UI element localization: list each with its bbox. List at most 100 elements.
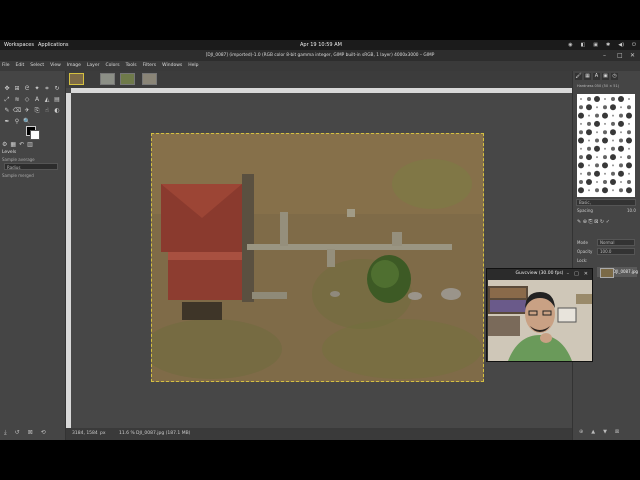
radius-field[interactable]: Radius [4, 163, 58, 170]
power-icon[interactable]: ⏻ [632, 40, 636, 50]
brush-preset[interactable] [611, 171, 615, 176]
fonts-tab-icon[interactable]: A [593, 73, 600, 80]
menu-layer[interactable]: Layer [87, 61, 100, 71]
brush-preset[interactable] [603, 155, 607, 160]
device-status-tab-icon[interactable]: ▦ [10, 141, 16, 148]
smudge-icon[interactable]: ☝ [42, 105, 52, 116]
dodge-icon[interactable]: ◐ [52, 105, 62, 116]
delete-options-icon[interactable]: ⊠ [28, 429, 33, 437]
brush-preset[interactable] [594, 120, 600, 127]
brush-preset[interactable] [586, 154, 592, 161]
brush-preset[interactable] [602, 162, 608, 169]
brush-preset[interactable] [580, 147, 582, 150]
sample-average-option[interactable]: Sample average [2, 157, 35, 162]
unit-selector[interactable]: px [100, 428, 106, 440]
brush-preset[interactable] [604, 147, 606, 150]
cage-icon[interactable]: ◇ [22, 94, 32, 105]
brush-preset[interactable] [603, 130, 607, 135]
brush-preset[interactable] [618, 96, 624, 102]
brush-preset[interactable] [579, 105, 583, 110]
menu-view[interactable]: View [50, 61, 61, 71]
brush-preset[interactable] [627, 155, 631, 160]
brush-preset[interactable] [610, 154, 616, 161]
brush-preset[interactable] [604, 122, 606, 125]
tray-icon[interactable]: ◉ [568, 40, 572, 50]
brush-preset[interactable] [627, 180, 631, 184]
brush-preset[interactable] [610, 104, 616, 111]
save-options-icon[interactable]: ⤓ [4, 429, 7, 437]
image-tab[interactable] [100, 73, 115, 85]
menu-tools[interactable]: Tools [126, 61, 137, 71]
brush-preset[interactable] [587, 171, 591, 176]
zoom-selector[interactable]: 11.6 % [119, 428, 135, 440]
workspaces-button[interactable]: Workspaces [4, 40, 34, 50]
crop-icon[interactable]: ⌗ [42, 83, 52, 94]
delete-layer-icon[interactable]: ⊠ [615, 429, 619, 435]
close-button[interactable]: ✕ [630, 50, 635, 61]
guvcview-minimize-button[interactable]: – [567, 269, 570, 279]
brush-preset[interactable] [588, 164, 590, 167]
brush-preset[interactable] [611, 121, 615, 126]
brush-preset[interactable] [628, 122, 630, 125]
brush-preset[interactable] [595, 163, 599, 168]
brush-preset[interactable] [587, 146, 591, 151]
brush-preset[interactable] [619, 113, 623, 118]
brush-preset[interactable] [611, 97, 615, 101]
brush-preset[interactable] [594, 145, 600, 152]
brush-preset[interactable] [587, 121, 591, 126]
brushes-tab-icon[interactable]: 🖌 [575, 73, 582, 80]
lasso-icon[interactable]: ᘓ [22, 83, 32, 94]
brush-preset[interactable] [612, 164, 614, 167]
patterns-tab-icon[interactable]: ▦ [584, 73, 591, 80]
eraser-icon[interactable]: ⌫ [12, 105, 22, 116]
image-tab[interactable] [69, 73, 84, 85]
lower-layer-icon[interactable]: ▼ [603, 429, 607, 435]
minimize-button[interactable]: – [603, 50, 606, 61]
brush-preset[interactable] [628, 172, 630, 175]
brush-grid[interactable] [577, 94, 635, 197]
brush-preset[interactable] [619, 163, 623, 168]
background-color[interactable] [30, 130, 40, 140]
brush-preset[interactable] [628, 147, 630, 150]
paintbrush-icon[interactable]: ✎ [2, 105, 12, 116]
guvcview-window[interactable]: Guvcview (30.00 fps) – □ ✕ [486, 268, 593, 362]
brush-preset[interactable] [610, 129, 616, 136]
brush-preset[interactable] [620, 181, 622, 183]
brush-preset[interactable] [586, 179, 592, 185]
bluetooth-icon[interactable]: ✱ [606, 40, 610, 50]
brush-preset[interactable] [611, 146, 615, 151]
warp-icon[interactable]: ≋ [12, 94, 22, 105]
applications-button[interactable]: Applications [38, 40, 69, 50]
brush-preset[interactable] [602, 187, 608, 194]
sample-merged-option[interactable]: Sample merged [2, 173, 34, 178]
brush-preset[interactable] [595, 138, 599, 143]
brush-preset[interactable] [603, 105, 607, 110]
volume-icon[interactable]: ◀) [618, 40, 624, 50]
brush-preset[interactable] [578, 137, 584, 144]
layer-thumbnail[interactable] [600, 268, 614, 278]
menu-file[interactable]: File [2, 61, 10, 71]
drone-photo[interactable] [151, 133, 484, 382]
menu-help[interactable]: Help [188, 61, 198, 71]
brush-preset[interactable] [596, 181, 598, 183]
align-icon[interactable]: ⊞ [12, 83, 22, 94]
image-tab[interactable] [142, 73, 157, 85]
menu-edit[interactable]: Edit [16, 61, 25, 71]
brush-preset[interactable] [602, 137, 608, 144]
menu-image[interactable]: Image [67, 61, 81, 71]
airbrush-icon[interactable]: ✈ [22, 105, 32, 116]
menu-filters[interactable]: Filters [143, 61, 157, 71]
move-icon[interactable]: ✥ [2, 83, 12, 94]
brush-preset[interactable] [588, 139, 590, 142]
menu-windows[interactable]: Windows [162, 61, 182, 71]
image-tab[interactable] [120, 73, 135, 85]
text-icon[interactable]: A [32, 94, 42, 105]
brush-preset[interactable] [596, 131, 598, 134]
document-history-tab-icon[interactable]: ▣ [602, 73, 609, 80]
brush-preset[interactable] [618, 145, 624, 152]
color-swatches[interactable] [26, 126, 40, 140]
guvcview-maximize-button[interactable]: □ [574, 269, 579, 279]
brush-preset[interactable] [588, 114, 590, 117]
brush-preset[interactable] [578, 162, 584, 169]
brush-preset[interactable] [604, 172, 606, 175]
